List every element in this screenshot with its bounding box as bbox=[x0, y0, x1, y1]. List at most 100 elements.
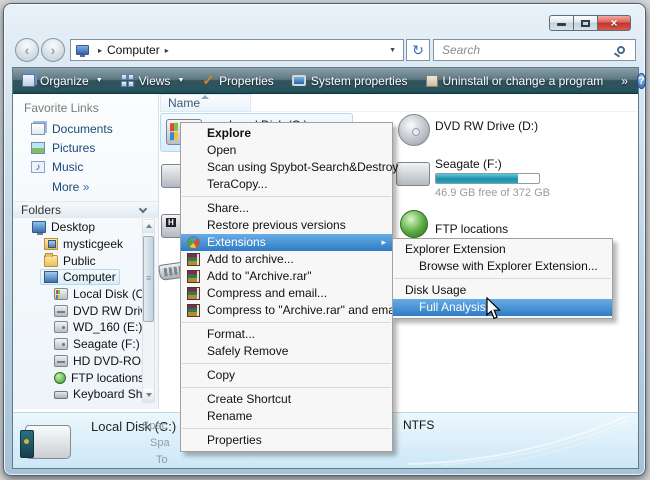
maximize-button[interactable] bbox=[573, 15, 597, 31]
menu-item-restore-previous-versions[interactable]: Restore previous versions bbox=[181, 217, 392, 234]
pie-chart-icon bbox=[187, 236, 200, 249]
more-label: More bbox=[52, 180, 79, 194]
folders-band[interactable]: Folders bbox=[13, 201, 158, 218]
uninstall-button[interactable]: Uninstall or change a program bbox=[417, 68, 613, 93]
menu-item-open[interactable]: Open bbox=[181, 142, 392, 159]
context-menu: Explore Open Scan using Spybot-Search&De… bbox=[180, 122, 393, 452]
help-icon: ? bbox=[638, 75, 645, 87]
minimize-button[interactable] bbox=[549, 15, 573, 31]
optical-drive-icon bbox=[54, 355, 68, 367]
checkmark-icon: ✓ bbox=[202, 72, 214, 89]
drive-icon bbox=[396, 162, 430, 186]
tree-scrollbar[interactable] bbox=[142, 219, 155, 403]
chevron-down-icon: ▼ bbox=[177, 77, 184, 84]
rar-archive-icon bbox=[187, 253, 200, 266]
mouse-cursor bbox=[484, 297, 504, 321]
sidebar-item-label: Music bbox=[52, 160, 83, 174]
documents-icon bbox=[31, 123, 45, 135]
tree-item-computer[interactable]: Computer bbox=[13, 269, 158, 286]
tree-item-desktop[interactable]: Desktop bbox=[13, 219, 158, 236]
menu-item-safely-remove[interactable]: Safely Remove bbox=[181, 343, 392, 360]
drive-icon bbox=[54, 338, 68, 350]
menu-separator bbox=[394, 278, 611, 279]
tree-item-ftp-locations[interactable]: FTP locations bbox=[13, 369, 158, 386]
views-button[interactable]: Views ▼ bbox=[112, 68, 194, 93]
search-icon[interactable] bbox=[617, 46, 625, 54]
favorite-links-header: Favorite Links bbox=[24, 101, 99, 115]
rar-archive-icon bbox=[187, 270, 200, 283]
breadcrumb[interactable]: ▸ Computer ▸ ▼ bbox=[70, 39, 404, 61]
organize-button[interactable]: Organize ▼ bbox=[13, 68, 112, 93]
search-placeholder: Search bbox=[434, 43, 617, 57]
sidebar-item-music[interactable]: ♪ Music bbox=[31, 160, 83, 174]
system-properties-button[interactable]: System properties bbox=[283, 68, 417, 93]
folders-label: Folders bbox=[21, 203, 61, 217]
submenu-item-browse-with-explorer-extension[interactable]: Browse with Explorer Extension... bbox=[393, 258, 612, 275]
menu-item-copy[interactable]: Copy bbox=[181, 367, 392, 384]
menu-item-format[interactable]: Format... bbox=[181, 326, 392, 343]
menu-item-extensions[interactable]: Extensions ▸ bbox=[181, 234, 392, 251]
more-chevron-icon: » bbox=[83, 180, 90, 194]
chevron-down-icon bbox=[139, 205, 147, 213]
menu-item-compress-to-archive-and-email[interactable]: Compress to "Archive.rar" and email bbox=[181, 302, 392, 319]
scrollbar-thumb[interactable] bbox=[143, 236, 154, 322]
computer-icon bbox=[76, 45, 89, 55]
menu-item-share[interactable]: Share... bbox=[181, 200, 392, 217]
close-button[interactable]: × bbox=[597, 15, 631, 31]
menu-item-rename[interactable]: Rename bbox=[181, 408, 392, 425]
decorative-swoosh bbox=[402, 414, 632, 466]
breadcrumb-arrow-icon[interactable]: ▸ bbox=[165, 46, 169, 55]
sidebar-item-pictures[interactable]: Pictures bbox=[31, 141, 95, 155]
help-button[interactable]: ? bbox=[637, 73, 646, 89]
refresh-button[interactable]: ↻ bbox=[406, 39, 430, 61]
tree-item-wd160[interactable]: WD_160 (E:) bbox=[13, 319, 158, 336]
toolbar-overflow-button[interactable]: » bbox=[612, 68, 637, 93]
uninstall-label: Uninstall or change a program bbox=[443, 74, 604, 88]
tree-item-seagate[interactable]: Seagate (F:) bbox=[13, 336, 158, 353]
optical-disc-icon bbox=[398, 114, 430, 146]
menu-item-explore[interactable]: Explore bbox=[181, 125, 392, 142]
menu-item-spybot-scan[interactable]: Scan using Spybot-Search&Destroy bbox=[181, 159, 392, 176]
sidebar-item-label: Pictures bbox=[52, 141, 95, 155]
menu-item-add-to-archive-rar[interactable]: Add to "Archive.rar" bbox=[181, 268, 392, 285]
breadcrumb-arrow-icon: ▸ bbox=[98, 46, 102, 55]
column-header-name[interactable]: Name bbox=[160, 94, 251, 112]
menu-item-properties[interactable]: Properties bbox=[181, 432, 392, 449]
desktop-icon bbox=[32, 221, 46, 233]
search-input[interactable]: Search bbox=[433, 39, 636, 61]
menu-item-create-shortcut[interactable]: Create Shortcut bbox=[181, 391, 392, 408]
breadcrumb-item-computer[interactable]: Computer bbox=[107, 43, 160, 57]
rar-archive-icon bbox=[187, 304, 200, 317]
tree-item-local-disk-c[interactable]: Local Disk (C:) bbox=[13, 286, 158, 303]
ftp-globe-icon bbox=[400, 210, 428, 238]
scroll-up-button[interactable] bbox=[143, 220, 154, 233]
minimize-icon bbox=[557, 23, 566, 26]
sidebar-item-documents[interactable]: Documents bbox=[31, 122, 113, 136]
overflow-chevron-icon: » bbox=[621, 74, 628, 88]
scroll-down-button[interactable] bbox=[143, 389, 154, 402]
tree-item-dvd-rw-drive[interactable]: DVD RW Drive bbox=[13, 302, 158, 319]
back-button[interactable]: ‹ bbox=[15, 38, 39, 62]
nav-buttons: ‹ › bbox=[15, 37, 67, 63]
tree-item-public[interactable]: Public bbox=[13, 252, 158, 269]
organize-label: Organize bbox=[40, 74, 89, 88]
more-links[interactable]: More » bbox=[52, 180, 89, 194]
command-toolbar: Organize ▼ Views ▼ ✓ Properties System p… bbox=[13, 68, 638, 94]
menu-separator bbox=[182, 363, 391, 364]
folder-icon bbox=[44, 255, 58, 267]
sort-ascending-icon bbox=[201, 95, 209, 99]
menu-item-teracopy[interactable]: TeraCopy... bbox=[181, 176, 392, 193]
menu-item-compress-and-email[interactable]: Compress and email... bbox=[181, 285, 392, 302]
views-icon bbox=[121, 74, 134, 87]
tree-item-mysticgeek[interactable]: mysticgeek bbox=[13, 236, 158, 253]
menu-item-add-to-archive[interactable]: Add to archive... bbox=[181, 251, 392, 268]
views-label: Views bbox=[139, 74, 171, 88]
tree-item-keyboard-shortcuts[interactable]: Keyboard Shor bbox=[13, 386, 158, 403]
address-dropdown-icon[interactable]: ▼ bbox=[382, 47, 403, 54]
forward-button[interactable]: › bbox=[41, 38, 65, 62]
window-controls: × bbox=[549, 15, 631, 31]
details-fragment: Spac bbox=[142, 420, 167, 432]
triangle-down-icon bbox=[146, 393, 152, 397]
tree-item-hd-dvd-rom[interactable]: HD DVD-ROM bbox=[13, 353, 158, 370]
properties-button[interactable]: ✓ Properties bbox=[193, 68, 282, 93]
